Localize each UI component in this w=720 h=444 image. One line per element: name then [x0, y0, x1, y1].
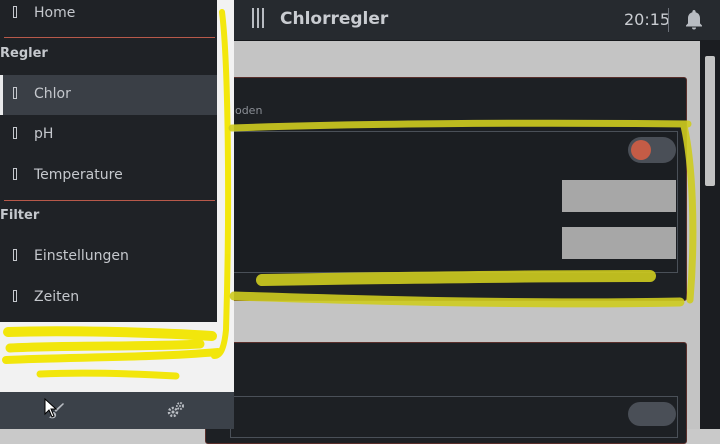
drawer-bottom-bar — [0, 392, 234, 429]
drawer-item-label: Chlor — [34, 86, 71, 102]
settings-group-2 — [230, 396, 678, 438]
drawer-item-einstellungen[interactable]: Einstellungen — [0, 237, 217, 277]
drawer-item-label: Zeiten — [34, 289, 80, 305]
bell-icon[interactable] — [682, 8, 706, 32]
section-divider — [4, 200, 215, 201]
enable-toggle[interactable] — [628, 137, 676, 163]
menu-icon[interactable] — [252, 8, 266, 30]
ph-icon — [13, 127, 17, 139]
einstellungen-icon — [13, 249, 17, 261]
section-header-regler: Regler — [0, 46, 48, 61]
drawer-item-temperature[interactable]: Temperature — [0, 156, 217, 196]
drawer-item-ph[interactable]: pH — [0, 115, 217, 155]
zeiten-icon — [13, 290, 17, 302]
chlor-icon — [13, 87, 17, 99]
cursor-icon — [44, 398, 58, 418]
theme-button[interactable] — [0, 392, 117, 429]
section-header-filter: Filter — [0, 208, 40, 223]
temperature-icon — [13, 168, 17, 180]
separator — [668, 8, 669, 32]
toggle-knob — [631, 140, 651, 160]
settings-button[interactable] — [117, 392, 234, 429]
page-title: Chlorregler — [280, 9, 389, 29]
enable-toggle-2[interactable] — [628, 402, 676, 426]
drawer-item-label: Temperature — [34, 167, 123, 183]
clock: 20:15 — [624, 10, 671, 29]
navigation-drawer: Home Regler Chlor pH Temperature Filter … — [0, 0, 234, 429]
drawer-item-chlor[interactable]: Chlor — [0, 75, 217, 115]
drawer-item-label: Home — [34, 5, 76, 21]
value-input-2[interactable] — [562, 227, 676, 259]
value-input-1[interactable] — [562, 180, 676, 212]
home-icon — [13, 6, 17, 18]
gears-icon — [167, 402, 184, 418]
drawer-item-home[interactable]: Home — [0, 0, 217, 34]
section-divider — [4, 37, 215, 38]
drawer-menu: Home Regler Chlor pH Temperature Filter … — [0, 0, 217, 322]
drawer-item-label: Einstellungen — [34, 248, 129, 264]
scrollbar-thumb[interactable] — [705, 56, 715, 186]
drawer-item-label: pH — [34, 126, 54, 142]
drawer-item-zeiten[interactable]: Zeiten — [0, 278, 217, 318]
